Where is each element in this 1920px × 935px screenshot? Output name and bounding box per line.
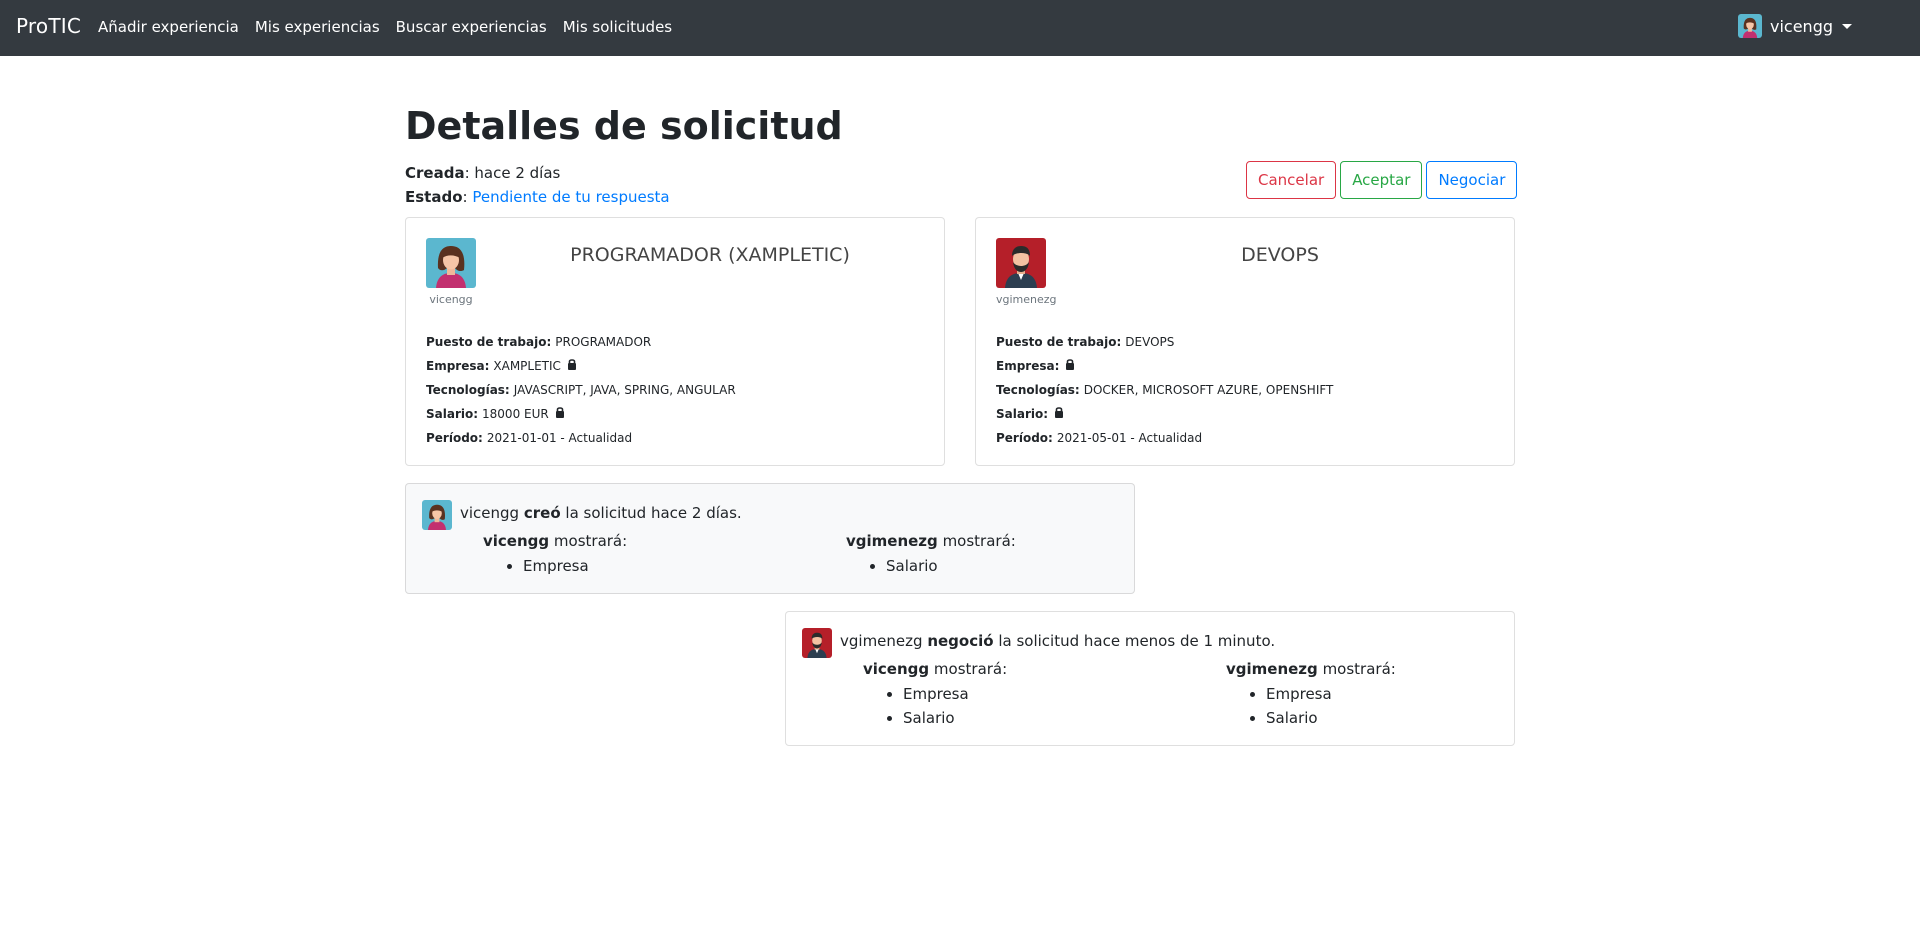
entry-user: vicengg xyxy=(460,504,520,522)
caret-down-icon xyxy=(1842,24,1853,29)
user-menu-dropdown[interactable]: vicengg xyxy=(1738,14,1853,38)
field-label: Tecnologías: xyxy=(426,383,510,397)
nav-link-my-requests[interactable]: Mis solicitudes xyxy=(563,18,672,36)
cancel-button[interactable]: Cancelar xyxy=(1246,161,1337,199)
experience-title: PROGRAMADOR (XAMPLETIC) xyxy=(570,244,850,266)
field-salary: Salario: 18000 EUR xyxy=(426,402,736,426)
field-value: XAMPLETIC xyxy=(493,359,561,373)
field-company: Empresa: xyxy=(996,354,1333,378)
shows-list: Salario xyxy=(886,554,1016,578)
list-item: Salario xyxy=(1266,706,1396,730)
timeline-entry-created: vicengg creó la solicitud hace 2 días. v… xyxy=(405,483,1135,594)
shows-label: mostrará: xyxy=(942,532,1016,550)
field-value: 2021-01-01 - Actualidad xyxy=(486,431,633,445)
entry-summary: vicengg creó la solicitud hace 2 días. xyxy=(460,504,742,522)
shows-column: vgimenezg mostrará: Empresa Salario xyxy=(1226,660,1396,730)
entry-rest: la solicitud hace menos de 1 minuto. xyxy=(998,632,1276,650)
field-label: Puesto de trabajo: xyxy=(426,335,552,349)
entry-summary: vgimenezg negoció la solicitud hace meno… xyxy=(840,632,1275,650)
field-salary: Salario: xyxy=(996,402,1333,426)
field-value: 18000 EUR xyxy=(482,407,549,421)
card-username: vicengg xyxy=(429,293,473,306)
experience-card-requester: vicengg PROGRAMADOR (XAMPLETIC) Puesto d… xyxy=(405,217,945,466)
entry-user: vgimenezg xyxy=(840,632,923,650)
card-username: vgimenezg xyxy=(996,293,1057,306)
lock-icon xyxy=(1065,358,1075,370)
field-label: Tecnologías: xyxy=(996,383,1080,397)
female-avatar-icon xyxy=(426,238,476,288)
lock-icon xyxy=(555,406,565,418)
shows-label: mostrará: xyxy=(553,532,628,550)
field-job: Puesto de trabajo: PROGRAMADOR xyxy=(426,330,736,354)
request-actions: Cancelar Aceptar Negociar xyxy=(1246,161,1518,199)
field-job: Puesto de trabajo: DEVOPS xyxy=(996,330,1333,354)
entry-action: creó xyxy=(523,504,561,522)
list-item: Salario xyxy=(886,554,1016,578)
shows-column: vgimenezg mostrará: Salario xyxy=(846,532,1016,578)
field-label: Empresa: xyxy=(996,359,1060,373)
experience-fields: Puesto de trabajo: DEVOPS Empresa: Tecnol… xyxy=(996,330,1333,450)
entry-rest: la solicitud hace 2 días. xyxy=(565,504,742,522)
nav-links: Añadir experiencia Mis experiencias Busc… xyxy=(98,18,672,36)
user-avatar-icon xyxy=(1738,14,1762,38)
field-label: Período: xyxy=(426,431,483,445)
field-label: Salario: xyxy=(426,407,479,421)
field-value: DOCKER, MICROSOFT AZURE, OPENSHIFT xyxy=(1083,383,1334,397)
shows-column: vicengg mostrará: Empresa Salario xyxy=(863,660,1007,730)
field-label: Puesto de trabajo: xyxy=(996,335,1122,349)
created-label: Creada xyxy=(405,164,465,182)
negotiate-button[interactable]: Negociar xyxy=(1426,161,1518,199)
shows-list: Empresa xyxy=(523,554,627,578)
shows-user: vicengg xyxy=(863,660,930,678)
field-technologies: Tecnologías: DOCKER, MICROSOFT AZURE, OPE… xyxy=(996,378,1333,402)
field-value: DEVOPS xyxy=(1125,335,1175,349)
shows-list: Empresa Salario xyxy=(1266,682,1396,730)
created-info: Creada: hace 2 días xyxy=(405,164,561,182)
experience-fields: Puesto de trabajo: PROGRAMADOR Empresa: XA… xyxy=(426,330,736,450)
shows-label: mostrará: xyxy=(933,660,1008,678)
experience-card-recipient: vgimenezg DEVOPS Puesto de trabajo: DEVOP… xyxy=(975,217,1515,466)
shows-user: vgimenezg xyxy=(1226,660,1318,678)
field-label: Período: xyxy=(996,431,1053,445)
status-info: Estado: Pendiente de tu respuesta xyxy=(405,188,670,206)
field-period: Período: 2021-05-01 - Actualidad xyxy=(996,426,1333,450)
field-technologies: Tecnologías: JAVASCRIPT, JAVA, SPRING, AN… xyxy=(426,378,736,402)
user-menu-name: vicengg xyxy=(1770,16,1834,36)
male-avatar-icon xyxy=(996,238,1046,288)
field-label: Salario: xyxy=(996,407,1049,421)
field-value: PROGRAMADOR xyxy=(555,335,652,349)
entry-action: negoció xyxy=(927,632,994,650)
status-label: Estado xyxy=(405,188,463,206)
page-title: Detalles de solicitud xyxy=(405,104,843,148)
created-value: hace 2 días xyxy=(474,164,561,182)
nav-link-add-experience[interactable]: Añadir experiencia xyxy=(98,18,239,36)
field-period: Período: 2021-01-01 - Actualidad xyxy=(426,426,736,450)
shows-user: vicengg xyxy=(483,532,550,550)
field-value: JAVASCRIPT, JAVA, SPRING, ANGULAR xyxy=(513,383,736,397)
lock-icon xyxy=(1054,406,1064,418)
shows-user: vgimenezg xyxy=(846,532,938,550)
male-avatar-icon xyxy=(802,628,832,658)
brand-logo[interactable]: ProTIC xyxy=(16,14,81,38)
nav-link-search-experiences[interactable]: Buscar experiencias xyxy=(396,18,547,36)
list-item: Empresa xyxy=(523,554,627,578)
timeline-entry-negotiated: vgimenezg negoció la solicitud hace meno… xyxy=(785,611,1515,746)
list-item: Empresa xyxy=(1266,682,1396,706)
nav-link-my-experiences[interactable]: Mis experiencias xyxy=(255,18,380,36)
list-item: Empresa xyxy=(903,682,1007,706)
field-company: Empresa: XAMPLETIC xyxy=(426,354,736,378)
shows-list: Empresa Salario xyxy=(903,682,1007,730)
status-value: Pendiente de tu respuesta xyxy=(472,188,670,206)
experience-title: DEVOPS xyxy=(1241,244,1319,266)
field-value: 2021-05-01 - Actualidad xyxy=(1056,431,1203,445)
field-label: Empresa: xyxy=(426,359,490,373)
shows-column: vicengg mostrará: Empresa xyxy=(483,532,627,578)
shows-label: mostrará: xyxy=(1322,660,1396,678)
list-item: Salario xyxy=(903,706,1007,730)
female-avatar-icon xyxy=(422,500,452,530)
navbar: ProTIC Añadir experiencia Mis experienci… xyxy=(0,0,1920,56)
lock-icon xyxy=(567,358,577,370)
accept-button[interactable]: Aceptar xyxy=(1340,161,1423,199)
